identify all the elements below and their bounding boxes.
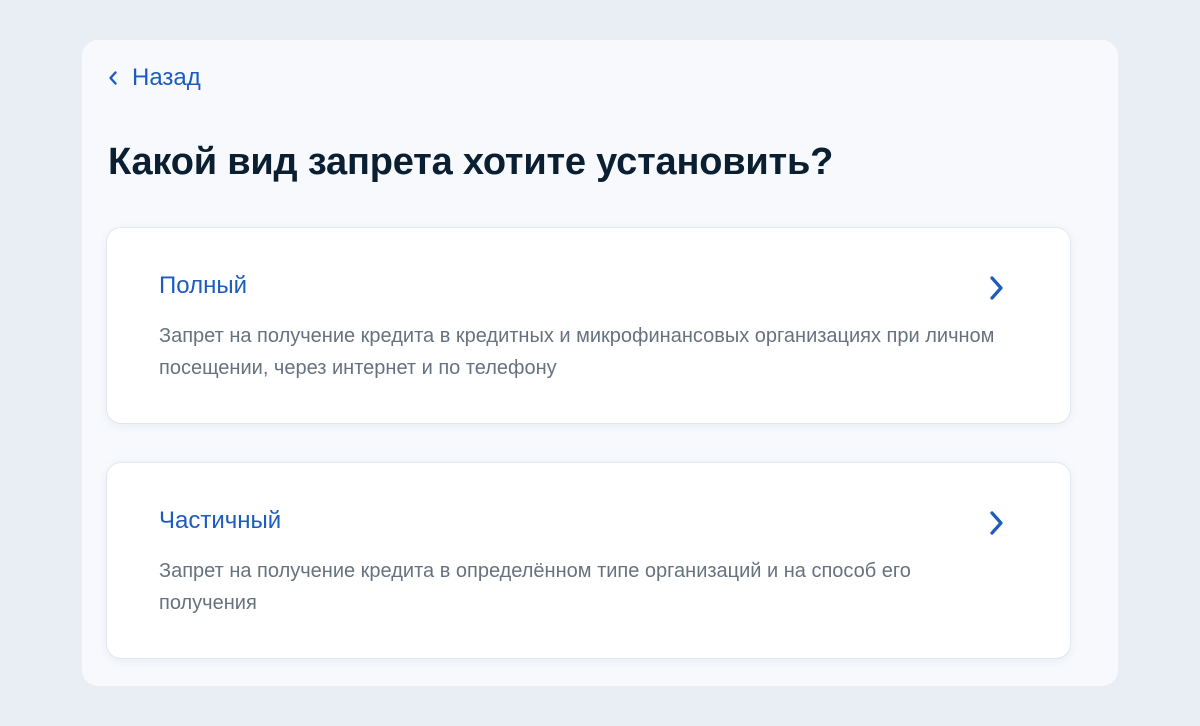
option-description: Запрет на получение кредита в определённ… [159,560,911,614]
option-title: Частичный [159,507,282,534]
main-panel: Назад Какой вид запрета хотите установит… [82,40,1118,686]
chevron-left-icon [109,71,117,85]
back-label: Назад [132,64,201,91]
option-title: Полный [159,272,247,299]
page-title: Какой вид запрета хотите установить? [108,141,834,183]
option-card-full[interactable]: Полный Запрет на получение кредита в кре… [107,228,1070,423]
chevron-right-icon [990,276,1003,300]
option-description: Запрет на получение кредита в кредитных … [159,325,995,379]
chevron-right-icon [990,511,1003,535]
option-card-partial[interactable]: Частичный Запрет на получение кредита в … [107,463,1070,658]
back-button[interactable]: Назад [108,64,201,92]
